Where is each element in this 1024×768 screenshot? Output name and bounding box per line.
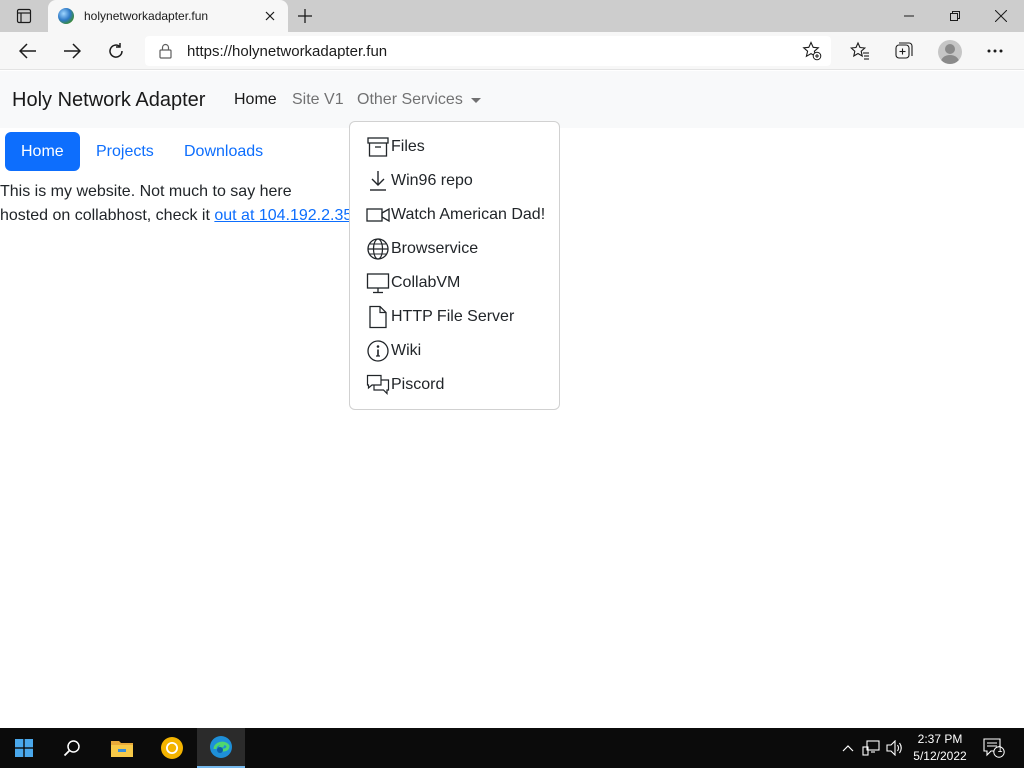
- new-tab-button[interactable]: [294, 6, 316, 26]
- action-center-button[interactable]: 1: [982, 738, 1006, 758]
- dropdown-item-piscord[interactable]: Piscord: [350, 368, 559, 402]
- nav-other-services-toggle[interactable]: Other Services: [357, 91, 481, 109]
- dropdown-item-files[interactable]: Files: [350, 130, 559, 164]
- minimize-button[interactable]: [886, 0, 932, 32]
- tab-actions-button[interactable]: [8, 6, 40, 26]
- plus-icon: [298, 9, 312, 23]
- forward-button[interactable]: [58, 37, 86, 65]
- other-services-dropdown: Files Win96 repo Watch American Dad! Bro…: [349, 121, 560, 410]
- settings-menu-button[interactable]: [981, 37, 1009, 65]
- chevron-up-icon: [842, 745, 854, 752]
- refresh-icon: [109, 43, 123, 58]
- edge-button[interactable]: [197, 728, 245, 768]
- folder-icon: [111, 741, 133, 757]
- chat-icon: [366, 373, 390, 397]
- dropdown-item-label: Watch American Dad!: [391, 206, 546, 223]
- collections-button[interactable]: [890, 37, 918, 65]
- nav-site-v1-link[interactable]: Site V1: [292, 91, 344, 109]
- site-navbar: Holy Network Adapter Home Site V1 Other …: [0, 71, 1024, 128]
- arrow-left-icon: [19, 43, 36, 59]
- address-bar[interactable]: https://holynetworkadapter.fun: [145, 36, 831, 66]
- dropdown-item-browservice[interactable]: Browservice: [350, 232, 559, 266]
- windows-taskbar: 2:37 PM 5/12/2022 1: [0, 728, 1024, 768]
- collections-icon: [895, 42, 913, 59]
- show-hidden-icons-button[interactable]: [838, 738, 858, 758]
- speaker-icon: [886, 740, 902, 756]
- chrome-button[interactable]: [148, 728, 196, 768]
- clock-date: 5/12/2022: [913, 749, 967, 763]
- chrome-icon: [161, 737, 183, 759]
- nav-other-services-label: Other Services: [357, 91, 463, 108]
- edge-icon: [210, 736, 232, 758]
- tab-actions-icon: [16, 8, 32, 24]
- close-window-icon: [995, 10, 1007, 22]
- content-line-2: hosted on collabhost, check it out at 10…: [0, 204, 352, 228]
- back-button[interactable]: [14, 37, 42, 65]
- arrow-right-icon: [64, 43, 81, 59]
- archive-icon: [366, 135, 390, 159]
- network-button[interactable]: [861, 738, 881, 758]
- collabhost-ip-link[interactable]: out at 104.192.2.35: [214, 207, 352, 224]
- tab-close-button[interactable]: [262, 8, 278, 24]
- search-icon: [63, 740, 80, 757]
- dropdown-item-win96-repo[interactable]: Win96 repo: [350, 164, 559, 198]
- notification-count: 1: [997, 744, 1003, 754]
- tab-home[interactable]: Home: [5, 132, 80, 171]
- browser-tab[interactable]: holynetworkadapter.fun: [48, 0, 288, 32]
- site-brand[interactable]: Holy Network Adapter: [12, 89, 205, 112]
- caret-down-icon: [470, 98, 481, 103]
- file-explorer-button[interactable]: [98, 728, 146, 768]
- volume-button[interactable]: [885, 738, 905, 758]
- favorites-button[interactable]: [846, 37, 874, 65]
- dropdown-item-label: Browservice: [391, 240, 479, 257]
- video-camera-icon: [366, 203, 390, 227]
- globe-favicon-icon: [58, 8, 74, 24]
- content-line-2-text: hosted on collabhost, check it: [0, 207, 215, 224]
- clock-time: 2:37 PM: [917, 732, 963, 746]
- info-icon: [366, 339, 390, 363]
- search-button[interactable]: [48, 728, 96, 768]
- dropdown-item-label: Files: [391, 138, 425, 155]
- browser-toolbar: https://holynetworkadapter.fun: [0, 32, 1024, 70]
- monitor-icon: [366, 271, 390, 295]
- address-url: https://holynetworkadapter.fun: [187, 42, 388, 60]
- network-icon: [862, 740, 880, 756]
- file-icon: [366, 305, 390, 329]
- dropdown-item-wiki[interactable]: Wiki: [350, 334, 559, 368]
- add-favorite-button[interactable]: [801, 40, 823, 62]
- refresh-button[interactable]: [102, 37, 130, 65]
- dropdown-item-http-file-server[interactable]: HTTP File Server: [350, 300, 559, 334]
- taskbar-clock[interactable]: 2:37 PM 5/12/2022: [908, 731, 972, 765]
- lock-icon: [159, 43, 173, 59]
- dropdown-item-label: CollabVM: [391, 274, 461, 291]
- favorites-icon: [850, 41, 869, 60]
- dropdown-item-american-dad[interactable]: Watch American Dad!: [350, 198, 559, 232]
- dropdown-item-label: HTTP File Server: [391, 308, 515, 325]
- nav-home-link[interactable]: Home: [234, 91, 277, 109]
- start-button[interactable]: [0, 728, 48, 768]
- dropdown-item-collabvm[interactable]: CollabVM: [350, 266, 559, 300]
- page-content: This is my website. Not much to say here…: [0, 180, 352, 228]
- dropdown-item-label: Piscord: [391, 376, 445, 393]
- globe-icon: [366, 237, 390, 261]
- restore-button[interactable]: [932, 0, 978, 32]
- close-window-button[interactable]: [978, 0, 1024, 32]
- tab-projects[interactable]: Projects: [80, 132, 170, 171]
- content-line-1: This is my website. Not much to say here: [0, 183, 292, 200]
- download-icon: [366, 169, 390, 193]
- star-add-icon: [802, 41, 822, 61]
- dropdown-item-label: Win96 repo: [391, 172, 473, 189]
- close-icon: [265, 11, 275, 21]
- dropdown-item-label: Wiki: [391, 342, 422, 359]
- restore-icon: [950, 11, 960, 21]
- tab-downloads[interactable]: Downloads: [168, 132, 279, 171]
- profile-avatar[interactable]: [938, 40, 962, 64]
- tab-title: holynetworkadapter.fun: [84, 9, 209, 23]
- windows-logo-icon: [15, 739, 33, 757]
- browser-tab-bar: holynetworkadapter.fun: [0, 0, 1024, 32]
- minimize-icon: [904, 15, 914, 17]
- more-dots-icon: [987, 49, 1003, 53]
